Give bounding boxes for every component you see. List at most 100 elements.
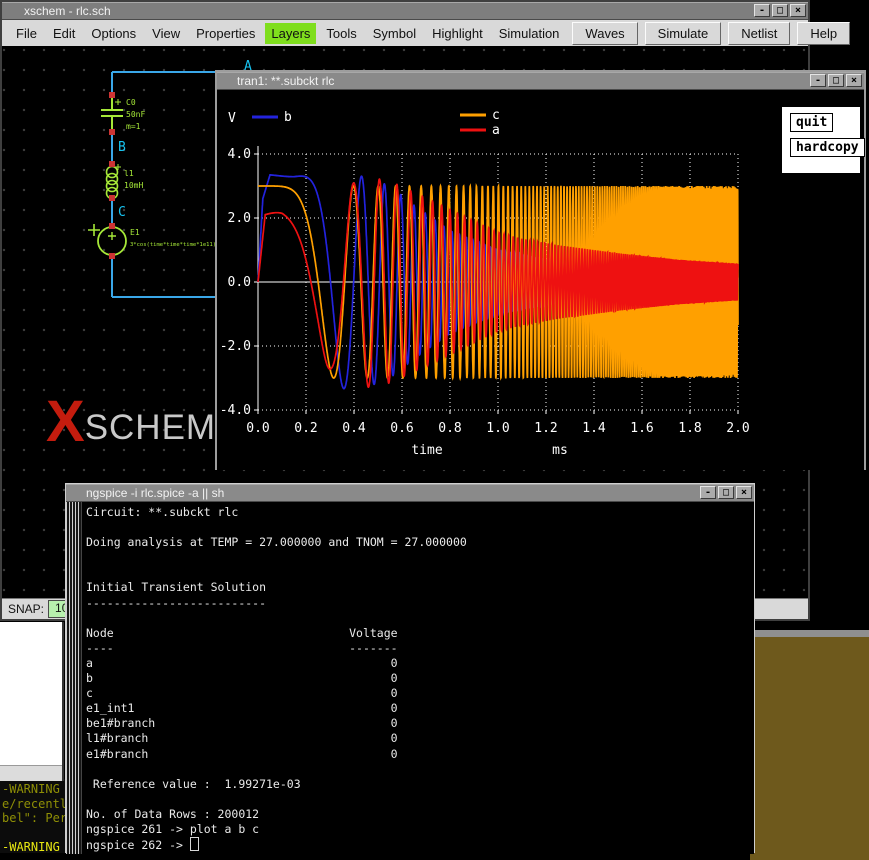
plus-mark-icon — [108, 232, 116, 240]
y-axis-unit-label: V — [228, 111, 236, 126]
menu-edit[interactable]: Edit — [47, 23, 81, 44]
menu-tools[interactable]: Tools — [320, 23, 362, 44]
capacitor-value-label: 50nF — [126, 110, 145, 119]
x-tick-label: 0.8 — [438, 421, 461, 436]
xschem-logo: X SCHEM — [46, 396, 216, 448]
warning-line: bel": Perr — [2, 811, 66, 825]
x-tick-label: 0.0 — [246, 421, 269, 436]
waveform-window-controls: - □ × — [810, 74, 864, 87]
net-label-c[interactable]: C — [118, 205, 126, 220]
hardcopy-button[interactable]: hardcopy — [790, 138, 865, 157]
maximize-button[interactable]: □ — [828, 74, 844, 87]
desktop: { "desktop": {"bg": "#000000", "right_pa… — [0, 0, 869, 853]
x-tick-label: 0.4 — [342, 421, 366, 436]
warning-line: -WARNING — [2, 782, 60, 796]
source-ref-label: E1 — [130, 228, 140, 237]
inductor-l1[interactable]: l1 10mH — [107, 164, 144, 199]
terminal-prompt: ngspice 262 -> — [86, 838, 190, 852]
warning-text: -WARNING e/recently bel": Perr -WARNING — [0, 779, 66, 853]
xschem-titlebar[interactable]: xschem - rlc.sch - □ × — [2, 2, 808, 20]
terminal-cursor — [190, 837, 199, 851]
background-terminal-warnings[interactable]: -WARNING e/recently bel": Perr -WARNING — [0, 779, 66, 853]
y-tick-label: -4.0 — [220, 403, 251, 418]
y-tick-label: 2.0 — [228, 211, 251, 226]
menu-simulation[interactable]: Simulation — [493, 23, 566, 44]
capacitor-ref-label: C0 — [126, 98, 136, 107]
xschem-menubar: FileEditOptionsViewPropertiesLayersTools… — [2, 20, 808, 47]
pin-square — [109, 161, 115, 167]
warning-line: e/recently — [2, 797, 66, 811]
x-tick-label: 0.2 — [294, 421, 317, 436]
toolbar-netlist-button[interactable]: Netlist — [728, 22, 790, 45]
maximize-button[interactable]: □ — [718, 486, 734, 499]
inductor-value-label: 10mH — [124, 181, 143, 190]
xschem-window-controls: - □ × — [754, 4, 808, 17]
minimize-button[interactable]: - — [754, 4, 770, 17]
menu-highlight[interactable]: Highlight — [426, 23, 489, 44]
close-button[interactable]: × — [790, 4, 806, 17]
background-window-left[interactable] — [0, 622, 64, 781]
waveform-window: tran1: **.subckt rlc - □ × 0.00.20.40.60… — [215, 70, 866, 470]
capacitor-symbol — [101, 98, 123, 130]
x-tick-label: 1.4 — [582, 421, 606, 436]
waveform-window-title: tran1: **.subckt rlc — [237, 74, 334, 88]
source-value-label: 3*cos(time*time*time*1e11) — [130, 242, 216, 248]
terminal-titlebar[interactable]: ngspice -i rlc.spice -a || sh - □ × — [66, 484, 754, 502]
toolbar-waves-button[interactable]: Waves — [572, 22, 637, 45]
menu-items: FileEditOptionsViewPropertiesLayersTools… — [6, 23, 565, 44]
y-tick-label: 0.0 — [228, 275, 251, 290]
warning-line: -WARNING — [2, 840, 60, 853]
terminal-body[interactable]: Circuit: **.subckt rlc Doing analysis at… — [66, 502, 754, 854]
minimize-button[interactable]: - — [810, 74, 826, 87]
waveform-plot-canvas[interactable]: 0.0 0.2 0.4 0.6 0.8 1.0 1.2 1.4 1.6 1.8 2.0 -4.0 -2.… — [217, 90, 864, 470]
menu-options[interactable]: Options — [85, 23, 142, 44]
waveform-side-panel: quit hardcopy — [781, 106, 861, 174]
pin-square — [109, 195, 115, 201]
terminal-scrollbar[interactable] — [66, 502, 82, 854]
x-tick-label: 1.6 — [630, 421, 653, 436]
menu-properties[interactable]: Properties — [190, 23, 261, 44]
x-tick-label: 1.0 — [486, 421, 509, 436]
menu-layers[interactable]: Layers — [265, 23, 316, 44]
capacitor-c0[interactable]: C0 50nF m=1 — [101, 98, 145, 131]
terminal-output: Circuit: **.subckt rlc Doing analysis at… — [86, 502, 754, 853]
x-axis-unit-label: ms — [552, 443, 568, 458]
source-circle — [98, 227, 126, 255]
waveform-body: 0.0 0.2 0.4 0.6 0.8 1.0 1.2 1.4 1.6 1.8 2.0 -4.0 -2.… — [217, 90, 864, 470]
close-button[interactable]: × — [736, 486, 752, 499]
pin-square — [109, 253, 115, 259]
capacitor-m-label: m=1 — [126, 122, 141, 131]
x-tick-label: 1.8 — [678, 421, 701, 436]
pin-square — [109, 92, 115, 98]
x-tick-label: 2.0 — [726, 421, 749, 436]
waveform-titlebar[interactable]: tran1: **.subckt rlc - □ × — [217, 72, 864, 90]
pin-square — [109, 129, 115, 135]
net-label-b[interactable]: B — [118, 140, 126, 155]
inductor-ref-label: l1 — [124, 169, 134, 178]
y-tick-label: -2.0 — [220, 339, 251, 354]
voltage-source-e1[interactable]: E1 3*cos(time*time*time*1e11) — [88, 224, 216, 255]
terminal-text: Circuit: **.subckt rlc Doing analysis at… — [86, 505, 754, 837]
xschem-window-title: xschem - rlc.sch — [24, 4, 111, 18]
close-button[interactable]: × — [846, 74, 862, 87]
background-panel-right — [750, 630, 869, 860]
ngspice-terminal-window: ngspice -i rlc.spice -a || sh - □ × Circ… — [65, 483, 755, 853]
toolbar-simulate-button[interactable]: Simulate — [645, 22, 722, 45]
x-tick-label: 0.6 — [390, 421, 413, 436]
menu-file[interactable]: File — [10, 23, 43, 44]
x-tick-label: 1.2 — [534, 421, 557, 436]
legend-label-c: c — [492, 108, 500, 123]
menu-view[interactable]: View — [146, 23, 186, 44]
toolbar-buttons: Waves Simulate Netlist Help — [565, 22, 850, 45]
x-axis-label: time — [411, 443, 442, 458]
menu-symbol[interactable]: Symbol — [367, 23, 422, 44]
quit-button[interactable]: quit — [790, 113, 833, 132]
minimize-button[interactable]: - — [700, 486, 716, 499]
maximize-button[interactable]: □ — [772, 4, 788, 17]
snap-label: SNAP: — [8, 602, 44, 616]
plus-mark-icon — [115, 99, 121, 105]
toolbar-help-button[interactable]: Help — [797, 22, 850, 45]
plus-mark-icon — [88, 224, 100, 236]
terminal-window-controls: - □ × — [700, 486, 754, 499]
legend-label-a: a — [492, 123, 500, 138]
